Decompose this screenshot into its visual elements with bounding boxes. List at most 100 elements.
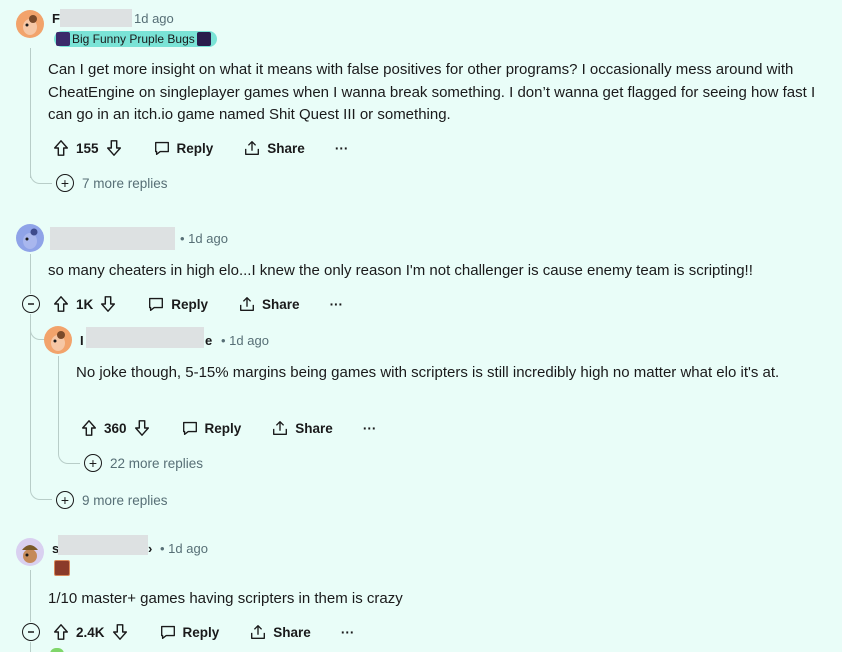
vote-group: 360 — [80, 419, 151, 437]
vote-count: 360 — [104, 420, 127, 436]
redacted-username — [58, 535, 148, 555]
vote-count: 155 — [76, 140, 99, 156]
share-button[interactable]: Share — [271, 419, 333, 437]
username[interactable]: F — [52, 11, 60, 26]
share-label: Share — [295, 420, 333, 436]
reply-label: Reply — [176, 140, 214, 156]
reply-icon — [154, 141, 169, 155]
user-flair: Big Funny Pruple Bugs — [54, 31, 217, 47]
timestamp[interactable]: • 1d ago — [221, 333, 269, 348]
comment-body: No joke though, 5-15% margins being game… — [76, 364, 780, 381]
vote-group: 2.4K — [52, 623, 129, 641]
reply-button[interactable]: Reply — [147, 295, 208, 313]
share-label: Share — [273, 624, 311, 640]
thread-line — [58, 356, 59, 450]
share-label: Share — [262, 296, 300, 312]
thread-line — [30, 314, 31, 486]
more-replies-button[interactable]: + 22 more replies — [84, 454, 203, 472]
share-button[interactable]: Share — [249, 623, 311, 641]
more-options-icon: ··· — [362, 420, 377, 436]
upvote-icon[interactable] — [80, 419, 98, 437]
snoo-avatar-icon — [23, 228, 38, 249]
snoo-avatar-icon — [22, 545, 38, 563]
plus-icon: + — [56, 491, 74, 509]
partial-avatar — [50, 648, 64, 652]
comment-meta: I — [80, 333, 84, 348]
reply-label: Reply — [182, 624, 220, 640]
downvote-icon[interactable] — [133, 419, 151, 437]
more-replies-label: 9 more replies — [82, 492, 168, 508]
flair-emblem-icon — [54, 560, 70, 576]
redacted-username — [50, 227, 175, 250]
plus-icon: + — [84, 454, 102, 472]
share-icon — [245, 141, 260, 155]
more-replies-label: 7 more replies — [82, 175, 168, 191]
reply-button[interactable]: Reply — [153, 139, 214, 157]
more-options-icon: ··· — [329, 296, 344, 312]
reply-icon — [182, 421, 197, 435]
comment-actions: 1K Reply Share ··· — [52, 292, 343, 316]
thread-elbow — [30, 484, 52, 500]
timestamp[interactable]: • 1d ago — [180, 231, 228, 246]
more-options-button[interactable]: ··· — [335, 141, 349, 156]
vote-group: 1K — [52, 295, 117, 313]
timestamp[interactable]: 1d ago — [134, 11, 174, 26]
comment-meta: F — [52, 11, 60, 26]
username-prefix[interactable]: I — [80, 333, 84, 348]
collapse-thread-button[interactable] — [22, 623, 40, 641]
reply-label: Reply — [204, 420, 242, 436]
vote-group: 155 — [52, 139, 123, 157]
share-icon — [240, 297, 255, 311]
username-suffix: › — [148, 541, 153, 556]
comment-body: so many cheaters in high elo...I knew th… — [48, 262, 753, 279]
share-button[interactable]: Share — [238, 295, 300, 313]
upvote-icon[interactable] — [52, 139, 70, 157]
downvote-icon[interactable] — [99, 295, 117, 313]
thread-line — [30, 570, 31, 622]
more-options-icon: ··· — [340, 624, 355, 640]
flair-label: Big Funny Pruple Bugs — [72, 32, 195, 46]
avatar[interactable] — [16, 224, 44, 252]
reply-button[interactable]: Reply — [159, 623, 220, 641]
thread-line — [30, 254, 31, 294]
comment-actions: 155 Reply Share ··· — [52, 136, 348, 160]
timestamp[interactable]: • 1d ago — [160, 541, 208, 556]
reply-icon — [149, 297, 164, 311]
share-button[interactable]: Share — [243, 139, 305, 157]
upvote-icon[interactable] — [52, 623, 70, 641]
snoo-avatar-icon — [51, 331, 65, 351]
thread-line — [30, 642, 31, 652]
comment-body: 1/10 master+ games having scripters in t… — [48, 590, 403, 607]
flair-bug-icon — [56, 32, 70, 46]
reply-button[interactable]: Reply — [181, 419, 242, 437]
comment-body: Can I get more insight on what it means … — [48, 61, 816, 123]
more-replies-button[interactable]: + 7 more replies — [56, 174, 168, 192]
more-replies-label: 22 more replies — [110, 455, 204, 471]
collapse-thread-button[interactable] — [22, 295, 40, 313]
redacted-username — [86, 327, 204, 348]
more-options-button[interactable]: ··· — [363, 421, 377, 436]
more-options-button[interactable]: ··· — [341, 625, 355, 640]
share-label: Share — [267, 140, 305, 156]
more-options-button[interactable]: ··· — [330, 297, 344, 312]
minus-icon — [28, 303, 34, 305]
downvote-icon[interactable] — [105, 139, 123, 157]
avatar[interactable] — [16, 538, 44, 566]
vote-count: 2.4K — [76, 624, 105, 640]
plus-icon: + — [56, 174, 74, 192]
avatar[interactable] — [44, 326, 72, 354]
thread-line — [30, 48, 31, 178]
thread-elbow — [30, 168, 52, 184]
comment-actions: 360 Reply Share ··· — [80, 416, 376, 440]
snoo-avatar-icon — [23, 15, 37, 35]
reply-label: Reply — [171, 296, 209, 312]
vote-count: 1K — [76, 296, 94, 312]
avatar[interactable] — [16, 10, 44, 38]
share-icon — [251, 625, 266, 639]
minus-icon — [28, 631, 34, 633]
downvote-icon[interactable] — [111, 623, 129, 641]
upvote-icon[interactable] — [52, 295, 70, 313]
more-replies-button[interactable]: + 9 more replies — [56, 491, 168, 509]
reply-icon — [160, 625, 175, 639]
comment-actions: 2.4K Reply Share ··· — [52, 620, 354, 644]
